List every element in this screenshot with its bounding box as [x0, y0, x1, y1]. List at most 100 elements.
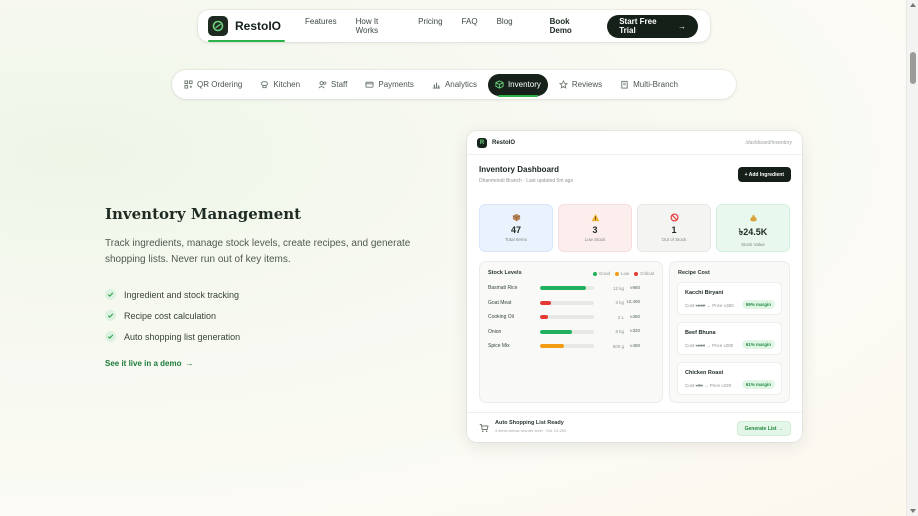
- recipe-name: Chicken Roast: [685, 370, 724, 376]
- nav-link-how-it-works[interactable]: How It Works: [356, 17, 400, 35]
- ingredient-name: Onion: [488, 328, 502, 335]
- tab-reviews[interactable]: Reviews: [552, 74, 609, 96]
- qr-icon: [184, 80, 193, 89]
- dashboard-path: /dashboard/inventory: [745, 139, 792, 146]
- stock-bar: [540, 286, 594, 290]
- stat-stock-value: ৳24.5K Stock Value: [716, 204, 790, 252]
- tab-label: Multi-Branch: [633, 80, 678, 89]
- stat-value: ৳24.5K: [738, 227, 768, 237]
- tab-qr-ordering[interactable]: QR Ordering: [177, 74, 249, 96]
- stock-quantity: 8 kg: [615, 329, 624, 334]
- cart-icon: [479, 423, 489, 432]
- section-description: Track ingredients, manage stock levels, …: [105, 238, 411, 265]
- demo-link-label: See it live in a demo: [105, 359, 182, 368]
- stat-out-of-stock: 1 Out of Stock: [637, 204, 711, 252]
- stock-price: ৳360: [630, 313, 640, 319]
- footer-title: Auto Shopping List Ready: [495, 420, 564, 426]
- cta-label: Start Free Trial: [619, 17, 657, 35]
- stock-row: Spice Mix 500 g ৳450: [488, 341, 654, 351]
- box-icon: [512, 213, 520, 222]
- dashboard-brand: R RestoIO: [477, 137, 516, 148]
- scroll-thumb[interactable]: [910, 52, 916, 84]
- tab-multi-branch[interactable]: Multi-Branch: [613, 74, 685, 96]
- stat-label: Stock Value: [741, 242, 765, 247]
- stock-quantity: 500 g: [612, 343, 624, 349]
- tab-label: Reviews: [571, 80, 603, 89]
- brand-name: RestoIO: [235, 19, 282, 33]
- top-navbar: RestoIO Features How It Works Pricing FA…: [198, 10, 710, 42]
- stock-bar: [540, 329, 594, 334]
- tab-payments[interactable]: Payments: [358, 74, 421, 96]
- ingredient-name: Spice Mix: [488, 343, 510, 349]
- bullet-text: Recipe cost calculation: [124, 310, 217, 321]
- nav-link-blog[interactable]: Blog: [497, 17, 513, 35]
- stock-price: ৳960: [630, 284, 640, 290]
- tab-inventory[interactable]: Inventory: [487, 73, 548, 97]
- add-ingredient-button[interactable]: + Add Ingredient: [737, 167, 791, 182]
- tab-kitchen[interactable]: Kitchen: [253, 74, 307, 96]
- stock-quantity: 2 L: [617, 314, 624, 320]
- footer-subtitle: 4 items below reorder level · Est. ৳4,20…: [495, 428, 567, 433]
- stock-levels-panel: Stock Levels Good Low Critical Basmati R…: [479, 261, 663, 403]
- scroll-up-icon[interactable]: [910, 3, 916, 7]
- legend-good: Good: [592, 271, 610, 276]
- stat-label: Out of Stock: [661, 237, 687, 242]
- stock-quantity: 3 kg: [615, 300, 624, 305]
- see-demo-link[interactable]: See it live in a demo →: [105, 359, 193, 368]
- stock-row: Cooking Oil 2 L ৳360: [488, 312, 654, 322]
- recipe-card[interactable]: Kacchi Biryani Cost ৳142 → Price ৳350 59…: [677, 282, 782, 315]
- stat-total-items: 47 Total Items: [479, 204, 553, 252]
- legend-critical: Critical: [634, 271, 654, 276]
- recipe-card[interactable]: Beef Bhuna Cost ৳118 → Price ৳280 61% ma…: [677, 322, 782, 355]
- stock-row: Goat Meat 3 kg ৳2,400: [488, 298, 654, 308]
- stock-price: ৳320: [630, 328, 640, 333]
- section-title: Inventory Management: [105, 205, 302, 223]
- users-icon: [318, 81, 327, 89]
- feature-tabs: QR Ordering Kitchen Staff Payments Analy…: [172, 70, 736, 99]
- margin-badge: 61% margin: [741, 380, 775, 389]
- dashboard-brand-name: RestoIO: [492, 139, 516, 146]
- start-free-trial-button[interactable]: Start Free Trial →: [607, 14, 698, 38]
- logo-icon: [208, 16, 228, 36]
- stock-bar-fill: [540, 315, 549, 319]
- bullet-item: Recipe cost calculation: [105, 305, 240, 326]
- arrow-right-icon: →: [678, 21, 686, 31]
- recipe-cost-title: Recipe Cost: [678, 270, 710, 276]
- scroll-down-icon[interactable]: [910, 509, 916, 513]
- recipe-cost-line: Cost ৳118 → Price ৳280: [685, 343, 734, 348]
- recipe-name: Kacchi Biryani: [685, 290, 724, 296]
- brand-logo[interactable]: RestoIO: [208, 10, 286, 42]
- recipe-card[interactable]: Chicken Roast Cost ৳85 → Price ৳220 61% …: [677, 362, 782, 395]
- nav-link-faq[interactable]: FAQ: [462, 17, 478, 35]
- margin-badge: 59% margin: [741, 300, 775, 309]
- feature-bullets: Ingredient and stock tracking Recipe cos…: [105, 284, 240, 347]
- stat-label: Total Items: [505, 237, 527, 242]
- stock-bar-fill: [540, 300, 551, 305]
- tab-label: Kitchen: [273, 80, 301, 89]
- bullet-item: Ingredient and stock tracking: [105, 284, 240, 305]
- card-icon: [365, 81, 374, 88]
- money-bag-icon: [749, 215, 757, 222]
- tab-label: Analytics: [444, 80, 477, 89]
- star-icon: [558, 80, 568, 89]
- tab-staff[interactable]: Staff: [311, 74, 354, 96]
- chart-icon: [432, 82, 441, 89]
- book-demo-link[interactable]: Book Demo: [550, 17, 594, 35]
- stock-bar-fill: [540, 344, 565, 348]
- recipe-cost-panel: Recipe Cost Kacchi Biryani Cost ৳142 → P…: [669, 261, 790, 403]
- nav-link-features[interactable]: Features: [305, 17, 337, 35]
- dashboard-title: Inventory Dashboard: [479, 165, 560, 174]
- stock-quantity: 12 kg: [612, 285, 624, 291]
- legend-low: Low: [614, 271, 629, 276]
- stock-bar-fill: [540, 329, 573, 334]
- tab-label: Inventory: [507, 80, 541, 89]
- bullet-text: Ingredient and stock tracking: [124, 289, 240, 300]
- generate-list-button[interactable]: Generate List →: [736, 421, 791, 436]
- page-scrollbar[interactable]: [906, 0, 918, 516]
- nav-link-pricing[interactable]: Pricing: [418, 17, 442, 35]
- tab-analytics[interactable]: Analytics: [425, 74, 484, 96]
- ingredient-name: Cooking Oil: [488, 314, 514, 320]
- stock-price: ৳2,400: [626, 299, 640, 304]
- stat-label: Low Stock: [584, 237, 606, 242]
- tab-label: Payments: [378, 80, 414, 89]
